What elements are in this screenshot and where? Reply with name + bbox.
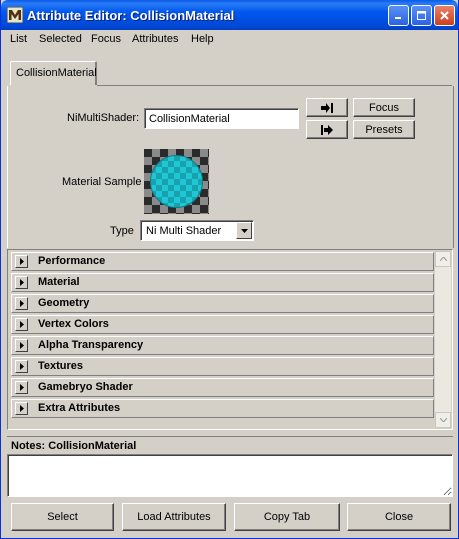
node-type-label: NiMultiShader: [67, 112, 140, 124]
type-label: Type [110, 225, 134, 237]
expand-button[interactable] [15, 381, 28, 394]
triangle-right-icon [19, 300, 24, 307]
maximize-button[interactable] [411, 5, 432, 26]
frame-label: Textures [38, 360, 84, 372]
input-connection-icon [321, 102, 333, 113]
triangle-right-icon [19, 342, 24, 349]
menu-selected[interactable]: Selected [39, 33, 82, 45]
chevron-down-icon [240, 228, 248, 233]
notes-field[interactable] [7, 454, 453, 497]
maximize-icon [417, 11, 426, 20]
expand-button[interactable] [15, 297, 28, 310]
presets-button[interactable]: Presets [353, 120, 415, 139]
type-dropdown[interactable]: Ni Multi Shader [140, 220, 254, 241]
close-window-button[interactable] [434, 5, 455, 26]
title-bar[interactable]: Attribute Editor: CollisionMaterial [1, 0, 458, 30]
expand-button[interactable] [15, 360, 28, 373]
triangle-right-icon [19, 321, 24, 328]
frame-label: Alpha Transparency [38, 339, 144, 351]
menu-help[interactable]: Help [191, 33, 214, 45]
frame-label: Gamebryo Shader [38, 381, 133, 393]
minimize-icon [395, 17, 401, 19]
expand-button[interactable] [15, 255, 28, 268]
material-sample-label: Material Sample [62, 176, 142, 188]
dropdown-arrow-button[interactable] [236, 222, 252, 239]
window-title: Attribute Editor: CollisionMaterial [27, 8, 235, 23]
triangle-right-icon [19, 384, 24, 391]
frame-performance[interactable]: Performance [11, 252, 434, 271]
triangle-right-icon [19, 279, 24, 286]
minimize-button[interactable] [388, 5, 409, 26]
frame-label: Geometry [38, 297, 90, 309]
attribute-editor-window: Attribute Editor: CollisionMaterial List… [0, 0, 459, 539]
expand-button[interactable] [15, 402, 28, 415]
scroll-down-button[interactable] [435, 412, 451, 428]
frame-label: Extra Attributes [38, 402, 121, 414]
menu-list[interactable]: List [10, 33, 27, 45]
node-name-field[interactable] [144, 108, 299, 129]
attribute-frames-list: Performance Material Geometry Vertex Col… [7, 249, 453, 430]
type-value: Ni Multi Shader [146, 225, 222, 237]
close-button[interactable]: Close [347, 503, 451, 531]
frame-alpha-transparency[interactable]: Alpha Transparency [11, 336, 434, 355]
vertical-scrollbar[interactable] [435, 251, 451, 428]
expand-button[interactable] [15, 276, 28, 289]
frame-geometry[interactable]: Geometry [11, 294, 434, 313]
frame-label: Vertex Colors [38, 318, 109, 330]
chevron-down-icon [439, 418, 447, 422]
notes-header: Notes: CollisionMaterial [7, 436, 453, 453]
triangle-right-icon [19, 405, 24, 412]
output-connection-button[interactable] [306, 120, 348, 139]
close-icon [440, 11, 449, 20]
maya-m-icon [7, 7, 23, 23]
frame-label: Material [38, 276, 80, 288]
copy-tab-button[interactable]: Copy Tab [234, 503, 340, 531]
triangle-right-icon [19, 258, 24, 265]
load-attributes-button[interactable]: Load Attributes [122, 503, 226, 531]
frame-textures[interactable]: Textures [11, 357, 434, 376]
triangle-right-icon [19, 363, 24, 370]
tab-label: CollisionMaterial [16, 67, 97, 79]
expand-button[interactable] [15, 339, 28, 352]
chevron-up-icon [439, 257, 447, 261]
menu-bar: List Selected Focus Attributes Help [1, 30, 458, 48]
menu-focus[interactable]: Focus [91, 33, 121, 45]
material-sample-swatch[interactable] [144, 149, 209, 214]
frame-vertex-colors[interactable]: Vertex Colors [11, 315, 434, 334]
frame-material[interactable]: Material [11, 273, 434, 292]
focus-button[interactable]: Focus [353, 98, 415, 117]
select-button[interactable]: Select [11, 503, 114, 531]
notes-title: Notes: CollisionMaterial [11, 440, 137, 452]
frame-extra-attributes[interactable]: Extra Attributes [11, 399, 434, 418]
menu-attributes[interactable]: Attributes [132, 33, 178, 45]
frame-gamebryo-shader[interactable]: Gamebryo Shader [11, 378, 434, 397]
tab-collisionmaterial[interactable]: CollisionMaterial [10, 61, 97, 85]
load-connection-button[interactable] [306, 98, 348, 117]
scroll-up-button[interactable] [435, 251, 451, 267]
frame-label: Performance [38, 255, 106, 267]
expand-button[interactable] [15, 318, 28, 331]
output-connection-icon [321, 124, 333, 135]
